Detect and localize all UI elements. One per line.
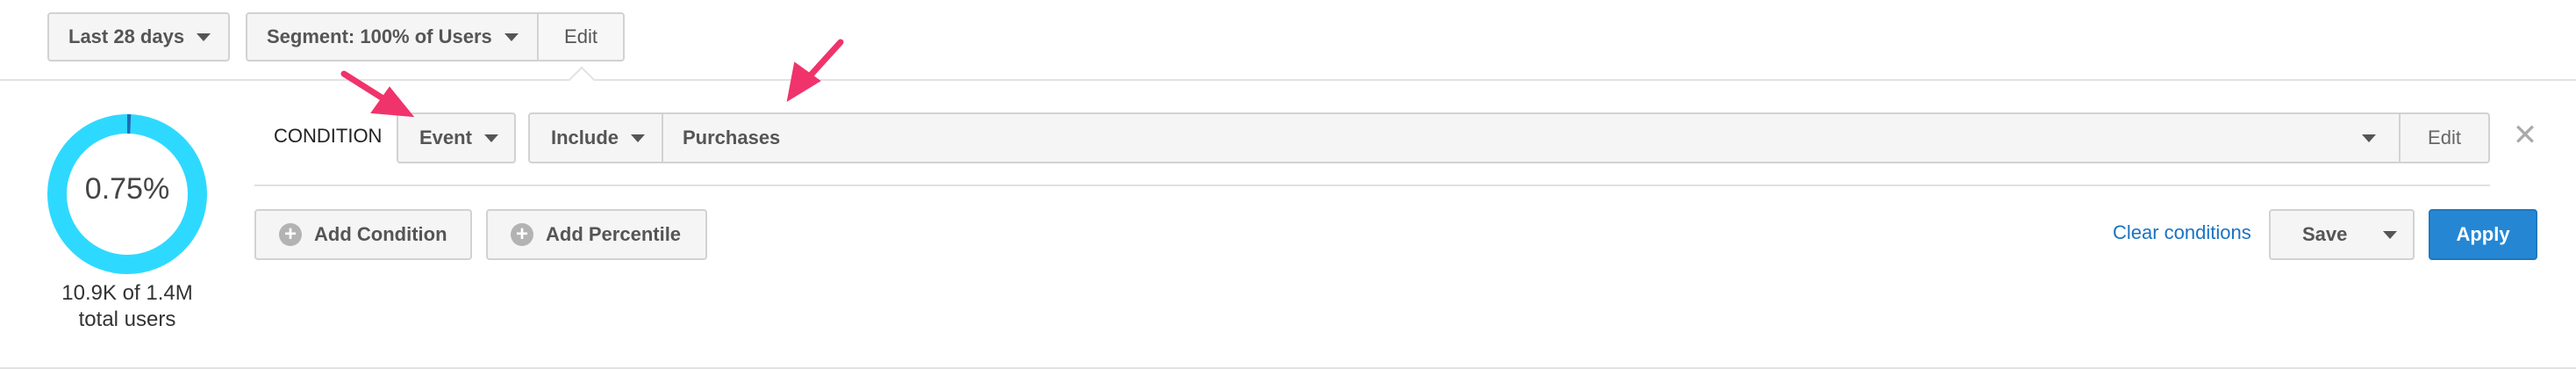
arrow-to-purchases-icon xyxy=(786,39,844,103)
arrow-to-event-icon xyxy=(340,70,415,118)
annotation-arrows xyxy=(340,39,844,118)
